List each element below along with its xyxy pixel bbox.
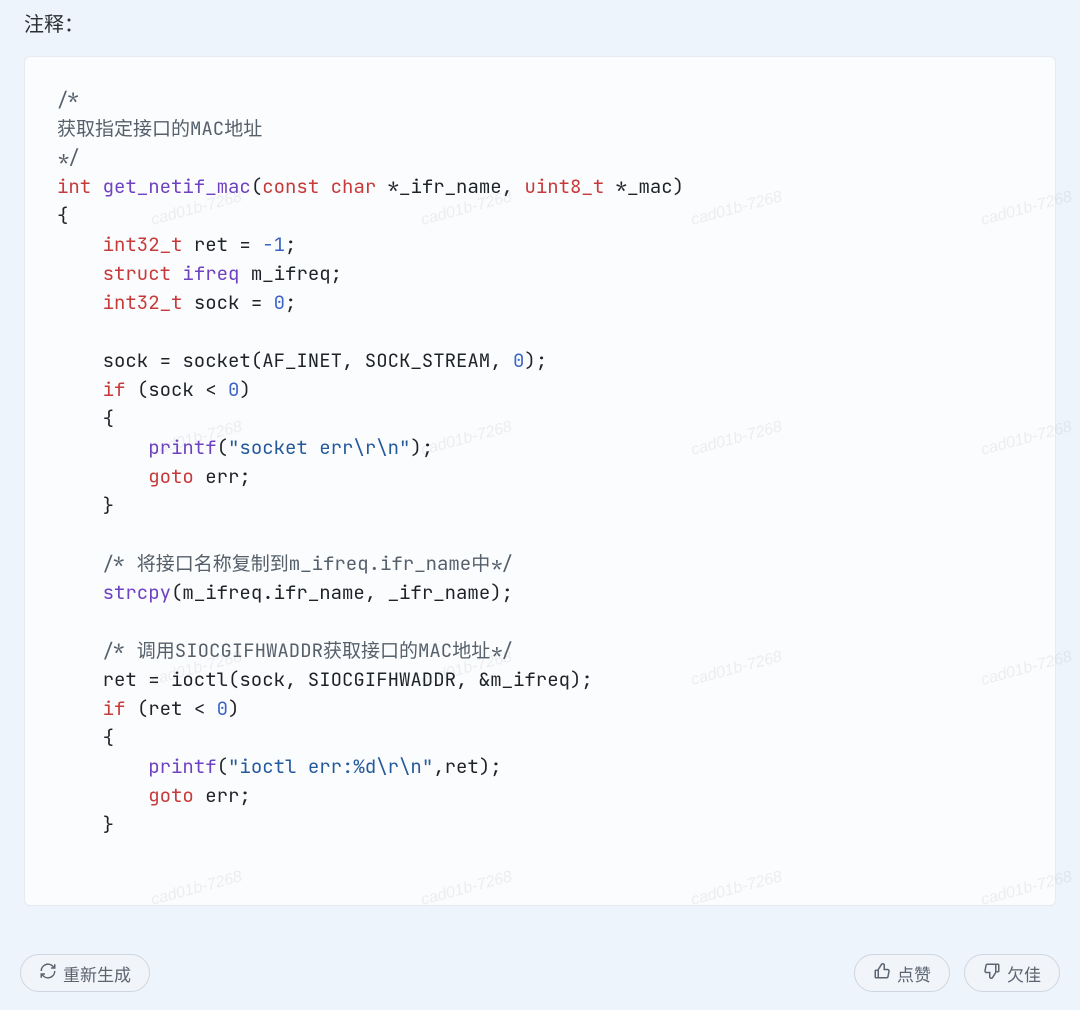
code-block-card: /* 获取指定接口的MAC地址 */ int get_netif_mac(con… <box>24 56 1056 906</box>
like-label: 点赞 <box>897 961 931 986</box>
action-bar: 重新生成 点赞 欠佳 <box>0 954 1080 992</box>
regenerate-button[interactable]: 重新生成 <box>20 954 150 992</box>
code-content: /* 获取指定接口的MAC地址 */ int get_netif_mac(con… <box>57 85 1023 839</box>
regenerate-label: 重新生成 <box>63 961 131 986</box>
refresh-icon <box>39 962 57 985</box>
thumbs-down-icon <box>983 962 1001 985</box>
dislike-label: 欠佳 <box>1007 961 1041 986</box>
section-heading: 注释： <box>24 8 84 37</box>
dislike-button[interactable]: 欠佳 <box>964 954 1060 992</box>
like-button[interactable]: 点赞 <box>854 954 950 992</box>
thumbs-up-icon <box>873 962 891 985</box>
